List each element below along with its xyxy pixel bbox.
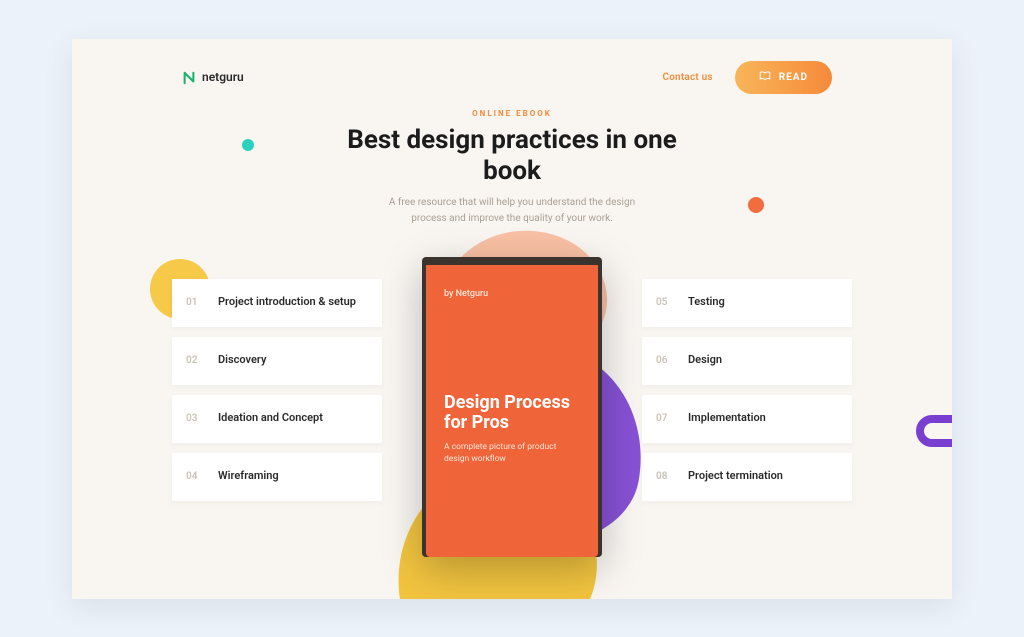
read-button-label: READ [779, 72, 808, 83]
chapter-label: Implementation [688, 411, 766, 425]
logo[interactable]: netguru [182, 70, 244, 84]
read-button[interactable]: READ [735, 61, 832, 94]
book-subtitle: A complete picture of product design wor… [444, 441, 572, 467]
book-title: Design Process for Pros [444, 393, 582, 434]
chapter-card[interactable]: 03 Ideation and Concept [172, 395, 382, 443]
dot-orange-icon [748, 197, 764, 213]
header: netguru Contact us READ [72, 61, 952, 94]
eyebrow: ONLINE EBOOK [72, 109, 952, 118]
title-line-2: book [483, 156, 541, 186]
contact-link[interactable]: Contact us [662, 72, 712, 83]
chapter-card[interactable]: 08 Project termination [642, 453, 852, 501]
landing-frame: netguru Contact us READ ONLINE EBOOK Bes… [72, 39, 952, 599]
chapter-card[interactable]: 05 Testing [642, 279, 852, 327]
chapter-label: Project termination [688, 469, 783, 483]
chapter-number: 01 [186, 297, 204, 308]
header-actions: Contact us READ [662, 61, 832, 94]
book-open-icon [759, 71, 771, 84]
chapter-card[interactable]: 06 Design [642, 337, 852, 385]
chapter-number: 02 [186, 355, 204, 366]
title-line-1: Best design practices in one [347, 125, 677, 155]
chapter-list-right: 05 Testing 06 Design 07 Implementation 0… [642, 279, 852, 501]
logo-text: netguru [202, 70, 244, 84]
chapter-list-left: 01 Project introduction & setup 02 Disco… [172, 279, 382, 501]
chapter-label: Project introduction & setup [218, 295, 356, 309]
chapter-number: 07 [656, 413, 674, 424]
chapter-card[interactable]: 04 Wireframing [172, 453, 382, 501]
blob-purple-icon [908, 409, 952, 453]
chapter-label: Testing [688, 295, 725, 309]
chapter-number: 06 [656, 355, 674, 366]
book-illustration: by Netguru Design Process for Pros A com… [397, 257, 627, 599]
chapter-card[interactable]: 07 Implementation [642, 395, 852, 443]
book-cover: by Netguru Design Process for Pros A com… [422, 257, 602, 557]
chapter-number: 04 [186, 471, 204, 482]
book-byline: by Netguru [444, 289, 488, 299]
chapter-card[interactable]: 01 Project introduction & setup [172, 279, 382, 327]
chapter-label: Wireframing [218, 469, 279, 483]
chapter-number: 05 [656, 297, 674, 308]
chapter-number: 03 [186, 413, 204, 424]
chapter-card[interactable]: 02 Discovery [172, 337, 382, 385]
page-title: Best design practices in one book [72, 125, 952, 187]
chapter-number: 08 [656, 471, 674, 482]
dot-teal-icon [242, 139, 254, 151]
chapter-label: Design [688, 353, 722, 367]
chapter-label: Ideation and Concept [218, 411, 323, 425]
subtitle: A free resource that will help you under… [72, 195, 952, 227]
logo-icon [182, 70, 196, 84]
chapter-label: Discovery [218, 353, 266, 367]
